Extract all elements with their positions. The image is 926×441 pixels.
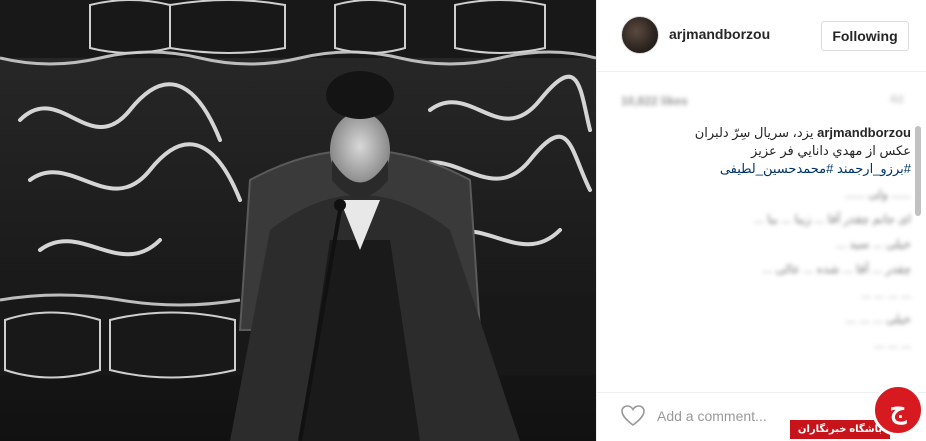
comment-item: ... ... ...: [874, 337, 911, 351]
comment-item: خیلی ... ... ...: [845, 312, 911, 326]
post-time[interactable]: 4d: [890, 92, 903, 106]
comment-item: ... ... ... ...: [860, 287, 911, 301]
caption-username[interactable]: arjmandborzou: [817, 125, 911, 140]
avatar[interactable]: [621, 16, 659, 54]
post-info-panel: arjmandborzou Following 10,822 likes 4d …: [596, 0, 926, 441]
caption-line-1: یزد، سریال سِرّ دلبران: [694, 125, 814, 140]
caption-line-2: عکس از مهدي دانايي فر عزيز: [751, 143, 911, 158]
likes-row: 10,822 likes 4d: [621, 92, 911, 108]
comment-item: چقدر ... آقا ... شده ... عالی ...: [762, 262, 911, 276]
post-header: arjmandborzou Following: [597, 0, 926, 72]
comments-scrollbar[interactable]: [915, 126, 921, 216]
username-link[interactable]: arjmandborzou: [669, 26, 770, 42]
comment-item: ای جانم چقدر آقا ... زیبا ... بیا ...: [753, 212, 911, 226]
watermark-logo: باشگاه خبرنگاران ج: [790, 382, 926, 441]
likes-count[interactable]: 10,822 likes: [621, 94, 688, 108]
photo-image: [0, 0, 596, 441]
comment-item: خیلی ... سید ...: [836, 237, 911, 251]
caption-hashtags[interactable]: #برزو_ارجمند #محمدحسین_لطیفی: [621, 160, 911, 178]
comments-section[interactable]: arjmandborzou یزد، سریال سِرّ دلبران عکس…: [621, 124, 911, 379]
add-comment-input[interactable]: [655, 405, 809, 427]
comment-item: ...... ولی ......: [844, 187, 911, 201]
caption: arjmandborzou یزد، سریال سِرّ دلبران عکس…: [621, 124, 911, 178]
heart-icon[interactable]: [621, 405, 645, 427]
post-photo[interactable]: [0, 0, 596, 441]
watermark-emblem-icon: ج: [872, 384, 924, 436]
following-button[interactable]: Following: [821, 21, 909, 51]
